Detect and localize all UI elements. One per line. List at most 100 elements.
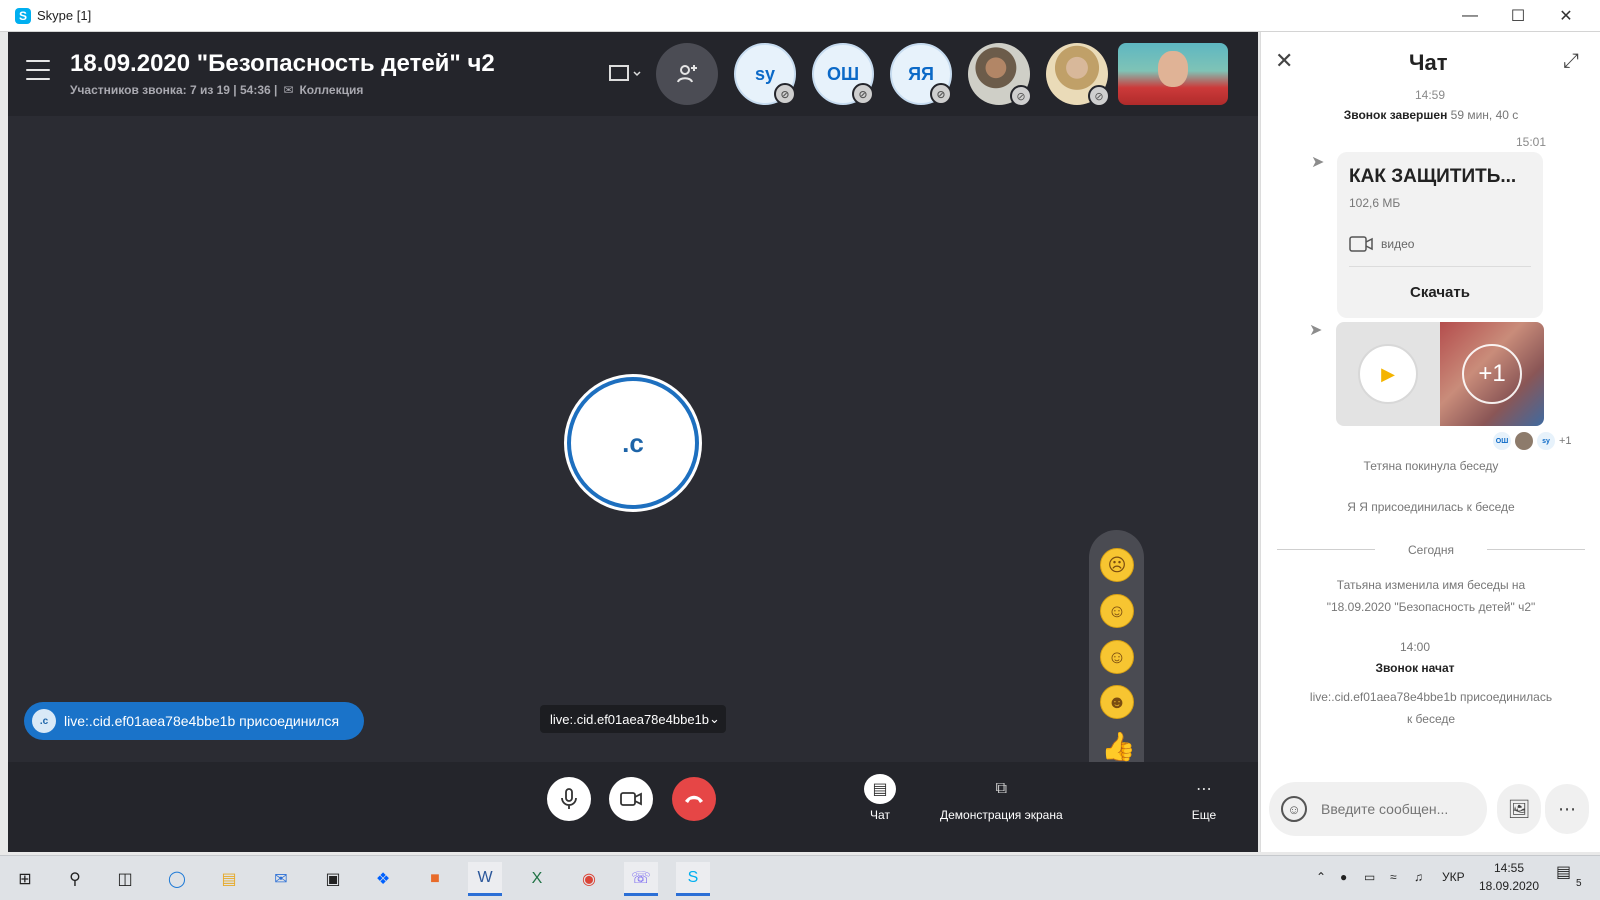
- camera-icon: [620, 792, 642, 806]
- source-select-label: live:.cid.ef01aea78e4bbe1b: [550, 711, 710, 727]
- dropbox-icon[interactable]: ❖: [366, 862, 400, 896]
- close-icon[interactable]: ✕: [1275, 48, 1293, 74]
- more-dots-icon[interactable]: ⋯: [1545, 784, 1589, 834]
- close-window-button[interactable]: ✕: [1542, 0, 1590, 32]
- toast-text: live:.cid.ef01aea78e4bbe1b присоединился: [64, 713, 340, 729]
- muted-mic-icon: ⊘: [774, 83, 796, 105]
- add-person-icon: [677, 65, 697, 83]
- sublime-icon[interactable]: ■: [418, 862, 452, 896]
- word-icon[interactable]: W: [468, 862, 502, 896]
- excel-icon[interactable]: X: [520, 862, 554, 896]
- screen-share-button[interactable]: ⧉ Демонстрация экрана: [940, 774, 1063, 822]
- self-video-preview[interactable]: [1118, 43, 1228, 105]
- microphone-icon: [561, 788, 577, 809]
- file-explorer-icon[interactable]: ▤: [212, 862, 246, 896]
- chrome-icon[interactable]: ◉: [572, 862, 606, 896]
- more-options-button[interactable]: ⋯ Еще: [1188, 774, 1220, 822]
- system-message-joined: Я Я присоединилась к беседе: [1347, 500, 1515, 514]
- reader-avatar: ОШ: [1493, 432, 1511, 450]
- download-button[interactable]: Скачать: [1337, 284, 1543, 301]
- system-message-left: Тетяна покинула беседу: [1363, 459, 1499, 473]
- store-app-icon[interactable]: ▣: [316, 862, 350, 896]
- search-icon[interactable]: ⚲: [58, 862, 92, 896]
- keyboard-language[interactable]: УКР: [1442, 870, 1465, 884]
- muted-mic-icon: ⊘: [1010, 85, 1032, 107]
- window-titlebar: S Skype [1] — ☐ ✕: [0, 0, 1600, 32]
- notifications-icon[interactable]: ▤: [1556, 862, 1571, 882]
- sent-arrow-icon: ➤: [1311, 154, 1325, 171]
- video-file-icon: [1349, 236, 1373, 252]
- viber-icon[interactable]: ☏: [624, 862, 658, 896]
- participant-joined-toast: .c live:.cid.ef01aea78e4bbe1b присоедини…: [24, 702, 364, 740]
- live-joined-line1: live:.cid.ef01aea78e4bbe1b присоединилас…: [1309, 690, 1553, 704]
- expand-icon[interactable]: ⤢: [1563, 50, 1579, 73]
- camera-button[interactable]: [609, 777, 653, 821]
- timestamp: 14:59: [1415, 88, 1446, 102]
- more-dots-icon: ⋯: [1196, 781, 1212, 798]
- sad-emoji-icon[interactable]: ☹: [1100, 548, 1134, 582]
- surprised-emoji-icon[interactable]: ☺: [1100, 594, 1134, 628]
- participant-avatar-photo[interactable]: ⊘: [1046, 43, 1110, 107]
- edge-browser-icon[interactable]: ◯: [160, 862, 194, 896]
- read-receipts: ОШ sy +1: [1493, 432, 1572, 450]
- date-separator: Сегодня: [1408, 543, 1454, 557]
- volume-icon[interactable]: ♫: [1414, 870, 1423, 884]
- thumbs-up-icon[interactable]: 👍: [1101, 730, 1136, 763]
- windows-start-icon[interactable]: ⊞: [8, 862, 42, 896]
- skype-taskbar-icon[interactable]: S: [676, 862, 710, 896]
- microphone-tray-icon[interactable]: ●: [1340, 870, 1347, 884]
- attach-media-icon[interactable]: 🖼: [1497, 784, 1541, 834]
- participant-initials: ЯЯ: [908, 63, 934, 84]
- more-label: Еще: [1191, 808, 1217, 822]
- video-source-select[interactable]: live:.cid.ef01aea78e4bbe1b ⌄: [540, 705, 726, 733]
- timestamp: 14:00: [1399, 640, 1431, 654]
- call-started-message: Звонок начат: [1261, 661, 1585, 675]
- chat-toggle-button[interactable]: ▤ Чат: [864, 774, 896, 822]
- file-name: КАК ЗАЩИТИТЬ...: [1349, 166, 1517, 187]
- participant-avatar-sy[interactable]: sy ⊘: [734, 43, 796, 105]
- call-title: 18.09.2020 "Безопасность детей" ч2: [70, 50, 495, 77]
- participant-avatar-photo[interactable]: ⊘: [968, 43, 1032, 107]
- file-message-card[interactable]: КАК ЗАЩИТИТЬ... 102,6 МБ видео Скачать: [1337, 152, 1543, 318]
- chevron-down-icon: ⌄: [709, 711, 720, 726]
- media-message[interactable]: ▶ +1: [1336, 322, 1544, 426]
- task-view-icon[interactable]: ◫: [108, 862, 142, 896]
- menu-icon[interactable]: [26, 60, 50, 80]
- skype-logo-icon: S: [15, 7, 31, 24]
- collection-link[interactable]: Коллекция: [299, 83, 363, 97]
- add-participant-button[interactable]: [656, 43, 718, 105]
- hang-up-icon: [685, 795, 703, 803]
- smile-emoji-icon[interactable]: ☺: [1100, 640, 1134, 674]
- maximize-button[interactable]: ☐: [1494, 0, 1542, 32]
- clock-time: 14:55: [1493, 861, 1525, 875]
- message-input[interactable]: [1321, 801, 1471, 817]
- participant-avatar-osh[interactable]: ОШ ⊘: [812, 43, 874, 105]
- emoji-picker-icon[interactable]: ☺: [1281, 796, 1307, 822]
- file-size: 102,6 МБ: [1349, 196, 1401, 210]
- call-controls: ▤ Чат ⧉ Демонстрация экрана ⋯ Еще: [8, 762, 1258, 852]
- chat-icon: ▤: [864, 774, 896, 804]
- system-clock[interactable]: 14:55 18.09.2020: [1474, 859, 1544, 895]
- wifi-icon[interactable]: ≈: [1390, 870, 1397, 884]
- show-hidden-icons[interactable]: ⌃: [1316, 870, 1326, 884]
- chat-title: Чат: [1409, 50, 1448, 75]
- microphone-button[interactable]: [547, 777, 591, 821]
- screen-share-icon: ⧉: [995, 780, 1008, 797]
- message-input-box[interactable]: ☺: [1269, 782, 1487, 836]
- notifications-count: 5: [1576, 878, 1582, 889]
- laugh-emoji-icon[interactable]: ☻: [1100, 685, 1134, 719]
- participant-avatar-yaya[interactable]: ЯЯ ⊘: [890, 43, 952, 105]
- play-icon[interactable]: ▶: [1358, 344, 1418, 404]
- minimize-button[interactable]: —: [1446, 0, 1494, 32]
- chat-messages[interactable]: 14:59 Звонок завершен 59 мин, 40 с 15:01…: [1261, 88, 1600, 782]
- battery-icon[interactable]: ▭: [1364, 870, 1375, 884]
- screen-share-label: Демонстрация экрана: [940, 808, 1063, 822]
- participant-initials: ОШ: [826, 63, 860, 84]
- layout-toggle-icon[interactable]: [606, 60, 642, 88]
- end-call-button[interactable]: [672, 777, 716, 821]
- mail-icon[interactable]: ✉: [264, 862, 298, 896]
- more-media-count[interactable]: +1: [1462, 344, 1522, 404]
- muted-mic-icon: ⊘: [930, 83, 952, 105]
- window-title: Skype [1]: [37, 8, 92, 23]
- call-area: 18.09.2020 "Безопасность детей" ч2 Участ…: [8, 32, 1258, 852]
